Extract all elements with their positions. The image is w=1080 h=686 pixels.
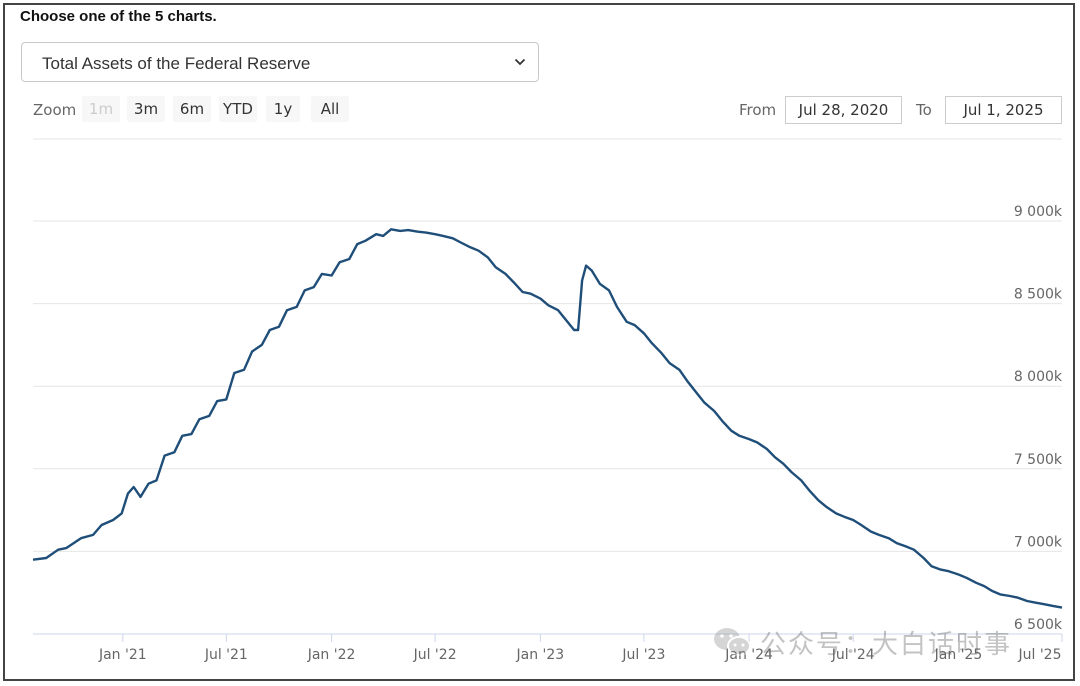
x-tick-label: Jan '23	[515, 647, 564, 663]
x-tick-label: Jul '21	[204, 647, 248, 663]
watermark-text: 公众号：大白话时事	[760, 629, 1013, 660]
x-tick-label: Jan '22	[307, 647, 356, 663]
x-tick-label: Jul '22	[413, 647, 457, 663]
series-line-total-assets	[32, 228, 1063, 609]
watermark: 公众号：大白话时事	[712, 624, 1012, 660]
x-tick-label: Jul '25	[1017, 647, 1061, 663]
y-axis-labels: 6 500k 7 000k 7 500k 8 000k 8 500k 9 000k	[1014, 204, 1063, 633]
y-tick-label: 8 500k	[1014, 287, 1063, 303]
y-tick-label: 7 500k	[1014, 452, 1063, 468]
y-tick-label: 7 000k	[1014, 534, 1063, 550]
line-chart: Jan '21 Jul '21 Jan '22 Jul '22 Jan '23 Jul '…	[32, 138, 1063, 663]
wechat-icon	[714, 628, 751, 656]
x-tick-label: Jan '21	[98, 647, 147, 663]
chart-gridlines	[33, 138, 1062, 552]
y-tick-label: 6 500k	[1014, 617, 1063, 633]
y-tick-label: 9 000k	[1014, 204, 1063, 220]
x-tick-label: Jul '23	[621, 647, 665, 663]
y-tick-label: 8 000k	[1014, 369, 1063, 385]
